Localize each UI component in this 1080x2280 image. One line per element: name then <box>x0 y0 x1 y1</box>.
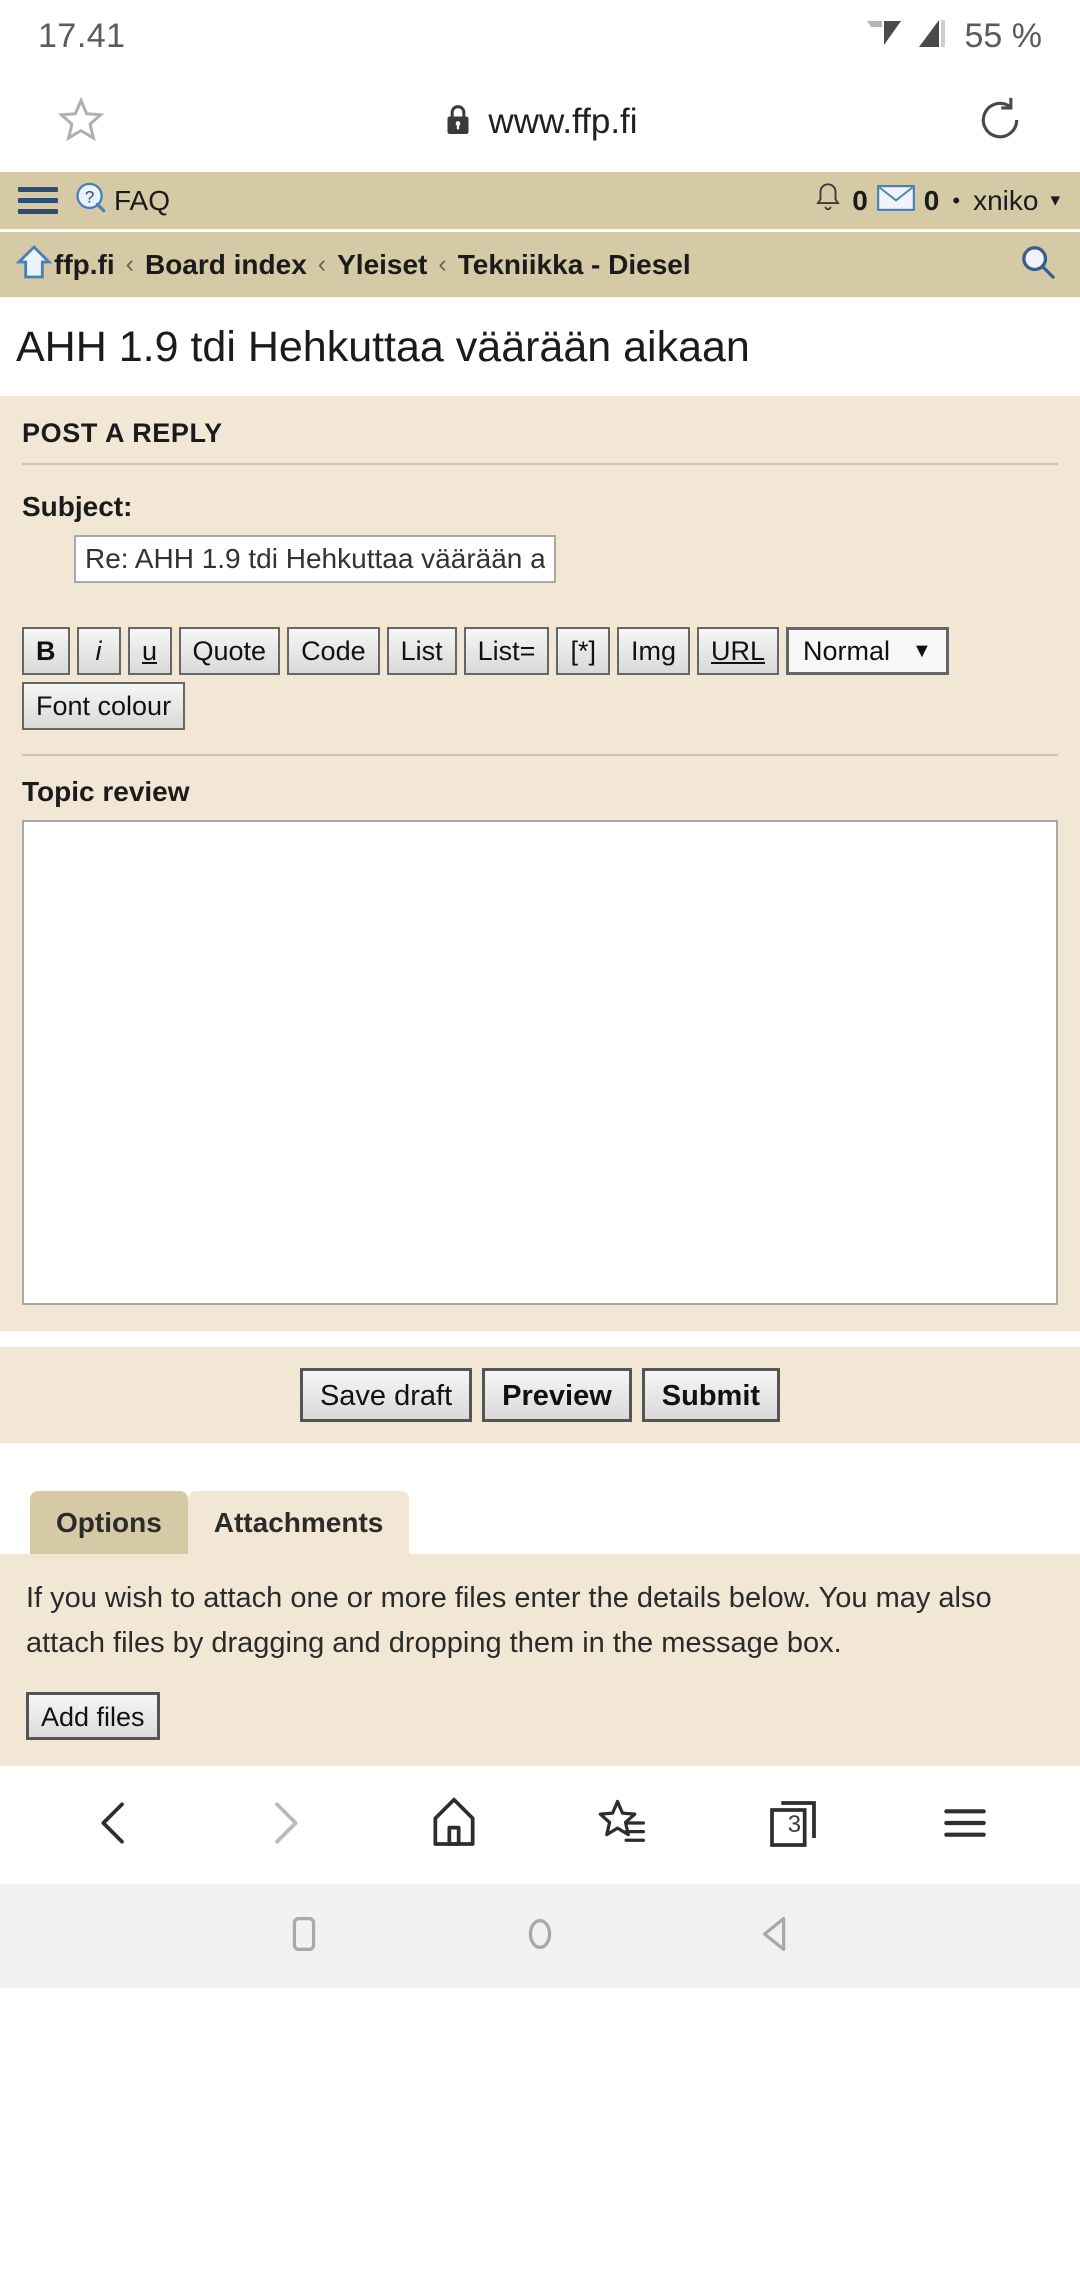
save-draft-button[interactable]: Save draft <box>299 1368 473 1422</box>
browser-bottom-bar: 3 <box>0 1766 1080 1884</box>
wifi-icon <box>865 17 903 56</box>
home-icon[interactable] <box>426 1795 482 1856</box>
breadcrumb-item-board-index[interactable]: Board index <box>145 249 307 281</box>
breadcrumb: ffp.fi ‹ Board index ‹ Yleiset ‹ Tekniik… <box>0 232 1080 297</box>
magnifier-icon[interactable] <box>1018 242 1058 287</box>
bbcode-code-button[interactable]: Code <box>287 627 380 675</box>
chevron-left-icon[interactable] <box>87 1795 143 1856</box>
breadcrumb-item-tekniikka-diesel[interactable]: Tekniikka - Diesel <box>458 249 691 281</box>
status-time: 17.41 <box>38 16 126 55</box>
bbcode-underline-button[interactable]: u <box>127 627 172 675</box>
post-options-tabs: Options Attachments <box>0 1443 1080 1554</box>
url-display[interactable]: www.ffp.fi <box>107 102 975 142</box>
bbcode-italic-button[interactable]: i <box>76 627 121 675</box>
envelope-icon[interactable] <box>876 183 915 218</box>
faq-link[interactable]: ? FAQ <box>74 181 170 220</box>
attachments-panel: If you wish to attach one or more files … <box>0 1554 1080 1766</box>
android-nav-bar <box>0 1884 1080 1988</box>
star-list-icon[interactable] <box>596 1795 652 1856</box>
reload-icon[interactable] <box>975 95 1025 150</box>
topic-review-textarea[interactable] <box>22 820 1058 1305</box>
username-label[interactable]: xniko <box>973 185 1038 217</box>
nav-separator: • <box>952 187 961 213</box>
breadcrumb-separator: ‹ <box>317 250 327 278</box>
android-status-bar: 17.41 55 % <box>0 0 1080 72</box>
panel-gap <box>0 1331 1080 1347</box>
chevron-down-icon[interactable]: ▾ <box>1050 189 1060 212</box>
attachments-description: If you wish to attach one or more files … <box>26 1582 992 1659</box>
lock-icon <box>444 103 472 142</box>
font-size-value: Normal <box>802 635 890 666</box>
bbcode-url-button[interactable]: URL <box>696 627 779 675</box>
bbcode-listeq-button[interactable]: List= <box>463 627 550 675</box>
svg-text:?: ? <box>85 187 94 206</box>
preview-button[interactable]: Preview <box>482 1368 632 1422</box>
breadcrumb-item-ffpfi[interactable]: ffp.fi <box>54 249 115 281</box>
font-size-select[interactable]: Normal ▼ <box>785 627 949 675</box>
bbcode-listitem-button[interactable]: [*] <box>556 627 610 675</box>
triangle-back-icon[interactable] <box>753 1911 799 1962</box>
browser-url-bar: www.ffp.fi <box>0 72 1080 172</box>
bbcode-quote-button[interactable]: Quote <box>178 627 281 675</box>
bell-icon[interactable] <box>813 181 843 220</box>
battery-percentage: 55 % <box>964 16 1043 55</box>
breadcrumb-item-yleiset[interactable]: Yleiset <box>337 249 427 281</box>
add-files-button[interactable]: Add files <box>26 1692 160 1740</box>
form-actions: Save draft Preview Submit <box>0 1347 1080 1443</box>
post-reply-panel: POST A REPLY Subject: B i u Quote Code L… <box>0 396 1080 1331</box>
toolbar-divider <box>22 754 1058 756</box>
font-colour-button[interactable]: Font colour <box>22 682 186 730</box>
cell-signal-icon <box>913 17 947 56</box>
status-indicators: 55 % <box>865 16 1043 56</box>
breadcrumb-separator: ‹ <box>125 250 134 278</box>
chevron-right-icon <box>256 1795 312 1856</box>
breadcrumb-separator: ‹ <box>438 250 447 278</box>
home-arrow-icon[interactable] <box>14 242 54 287</box>
post-reply-heading: POST A REPLY <box>22 418 223 448</box>
tab-options[interactable]: Options <box>30 1491 188 1554</box>
subject-input[interactable] <box>74 535 556 583</box>
tab-attachments[interactable]: Attachments <box>187 1491 410 1554</box>
heading-divider <box>22 463 1058 465</box>
hamburger-menu-icon[interactable] <box>18 187 58 214</box>
bbcode-img-button[interactable]: Img <box>616 627 690 675</box>
square-recents-icon[interactable] <box>281 1911 327 1962</box>
hamburger-menu-icon[interactable] <box>937 1795 993 1856</box>
bbcode-list-button[interactable]: List <box>386 627 457 675</box>
tabs-count: 3 <box>787 1811 802 1838</box>
notifications-count: 0 <box>852 184 868 216</box>
bbcode-toolbar: B i u Quote Code List List= [*] Img URL … <box>22 583 1058 730</box>
subject-row <box>22 535 1058 583</box>
url-text: www.ffp.fi <box>488 102 638 141</box>
page-title: AHH 1.9 tdi Hehkuttaa väärään aikaan <box>16 323 750 371</box>
messages-count: 0 <box>923 184 940 216</box>
star-outline-icon[interactable] <box>55 94 107 151</box>
tabs-icon[interactable]: 3 <box>765 1796 823 1854</box>
topic-review-label: Topic review <box>22 776 190 807</box>
submit-button[interactable]: Submit <box>641 1368 781 1422</box>
faq-label: FAQ <box>114 184 171 216</box>
circle-home-icon[interactable] <box>517 1911 563 1962</box>
chevron-down-icon: ▼ <box>912 639 932 662</box>
subject-label: Subject: <box>22 491 133 522</box>
question-mark-icon: ? <box>74 181 108 220</box>
bbcode-bold-button[interactable]: B <box>22 627 70 675</box>
forum-top-nav: ? FAQ 0 0 • xniko ▾ <box>0 172 1080 232</box>
forum-nav-right: 0 0 • xniko ▾ <box>813 181 1060 220</box>
page-title-section: AHH 1.9 tdi Hehkuttaa väärään aikaan <box>0 297 1080 396</box>
